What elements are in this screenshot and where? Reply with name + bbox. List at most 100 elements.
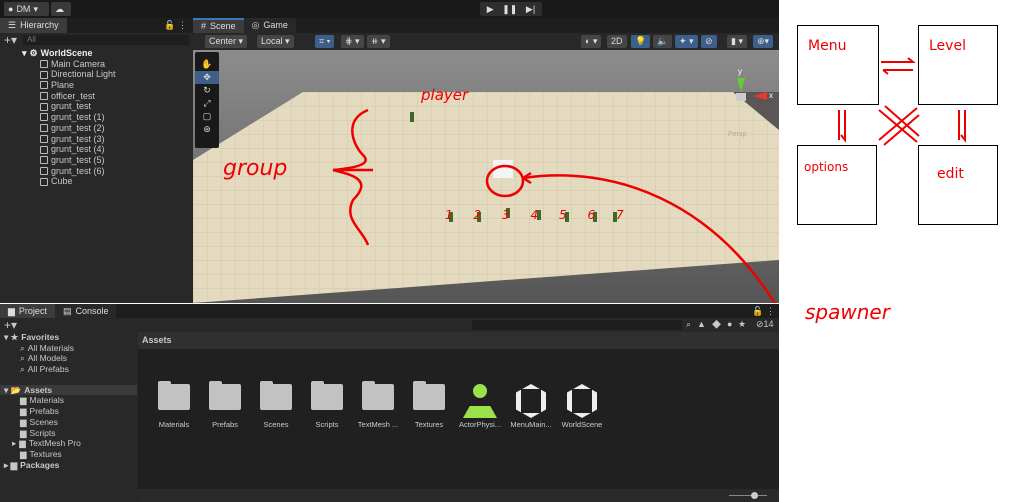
audio-toggle[interactable]: 🔈 (653, 35, 673, 48)
group-annotation: group (223, 156, 288, 181)
assets-node[interactable]: ▾ 📂 Assets (0, 384, 137, 396)
play-icon[interactable]: ▶ (487, 4, 494, 15)
hierarchy-item[interactable]: grunt_test (40, 101, 193, 112)
unity-scene-icon (516, 384, 546, 418)
hierarchy-item[interactable]: Directional Light (40, 69, 193, 80)
tab-hierarchy[interactable]: ☰ Hierarchy (0, 18, 67, 33)
grid-icon: # (201, 21, 207, 31)
rotate-tool-icon[interactable]: ↻ (195, 84, 219, 97)
asset-item[interactable]: Textures (403, 381, 455, 429)
account-button[interactable]: ● DM ▾ (4, 2, 49, 16)
asset-folder[interactable]: ▆ Textures (0, 449, 137, 460)
grunt-number: 4 (530, 208, 539, 222)
gameobject-icon (40, 70, 48, 79)
asset-folder[interactable]: ▆ Prefabs (0, 406, 137, 417)
grunt-number: 2 (473, 208, 482, 222)
hierarchy-search-input[interactable] (23, 34, 189, 45)
move-tool-icon[interactable]: ✥ (195, 71, 219, 84)
hierarchy-item[interactable]: grunt_test (3) (40, 134, 193, 145)
asset-item[interactable]: Prefabs (199, 381, 251, 429)
step-icon[interactable]: ▶| (526, 4, 535, 15)
gamepad-icon: ◎ (251, 20, 260, 30)
tab-scene[interactable]: # Scene (193, 18, 244, 33)
filter-icons[interactable]: ⌕▲◆●★ (686, 319, 752, 330)
2d-toggle[interactable]: 2D (607, 35, 627, 48)
shading-dropdown[interactable]: ◐ ▾ (581, 35, 602, 48)
grid-snap-button[interactable]: ⌗ ▾ (315, 35, 335, 48)
hierarchy-item[interactable]: grunt_test (2) (40, 123, 193, 134)
grunt-numbers: 1 2 3 4 5 6 7 (445, 208, 625, 222)
hand-tool-icon[interactable]: ✋ (195, 58, 219, 71)
grunt-number: 1 (445, 208, 453, 222)
visibility-toggle[interactable]: ⊘ (701, 35, 717, 48)
hierarchy-item[interactable]: grunt_test (4) (40, 144, 193, 155)
gameobject-icon (40, 124, 48, 133)
asset-item[interactable]: Materials (148, 381, 200, 429)
add-button[interactable]: +▾ (4, 33, 17, 47)
effects-dropdown[interactable]: ✦ ▾ (675, 35, 698, 48)
asset-item[interactable]: WorldScene (556, 384, 608, 429)
search-icon: ⌕ (20, 353, 25, 364)
transform-tool-icon[interactable]: ⊛ (195, 123, 219, 136)
project-panel: ▆ Project ▤ Console 🔓 ⋮ +▾ ⌕▲◆●★ ⊘14 ▾ ★ F… (0, 304, 779, 502)
hierarchy-item[interactable]: grunt_test (1) (40, 112, 193, 123)
lighting-toggle[interactable]: 💡 (631, 35, 651, 48)
tab-console[interactable]: ▤ Console (54, 304, 117, 318)
asset-folder[interactable]: ▆ Scenes (0, 417, 137, 428)
flow-diagram: Menu Level options edit spawner (779, 0, 1023, 502)
asset-folder[interactable]: ▆ Materials (0, 395, 137, 406)
search-icon: ⌕ (20, 364, 25, 375)
asset-folder[interactable]: ▸ ▆ TextMesh Pro (0, 438, 137, 449)
hierarchy-item[interactable]: grunt_test (6) (40, 166, 193, 177)
folder-icon (260, 381, 292, 410)
gameobject-icon (40, 113, 48, 122)
lock-icon[interactable]: 🔓 ⋮ (752, 304, 779, 318)
spawner-annotation: spawner (805, 300, 890, 324)
favorite-item[interactable]: ⌕ All Prefabs (0, 364, 137, 375)
hierarchy-item[interactable]: Main Camera (40, 59, 193, 70)
camera-dropdown[interactable]: ▮ ▾ (727, 35, 747, 48)
hierarchy-item[interactable]: grunt_test (5) (40, 155, 193, 166)
favorite-item[interactable]: ⌕ All Materials (0, 343, 137, 354)
top-toolbar: ● DM ▾ ☁ ▶ ❚❚ ▶| (0, 0, 779, 18)
lock-icon[interactable]: 🔓 ⋮ (164, 18, 193, 33)
gizmos-dropdown[interactable]: ⊕▾ (753, 35, 774, 48)
project-search-input[interactable] (472, 320, 682, 330)
hidden-packages-count[interactable]: ⊘14 (756, 319, 774, 330)
packages-node[interactable]: ▸ ▆ Packages (0, 460, 137, 471)
rect-tool-icon[interactable]: ▢ (195, 110, 219, 123)
folder-icon: ▆ (19, 438, 26, 449)
asset-folder[interactable]: ▆ Scripts (0, 428, 137, 439)
tab-project[interactable]: ▆ Project (0, 304, 55, 318)
snap-button[interactable]: ⋕ ▾ (341, 35, 364, 48)
grunt-number: 7 (616, 208, 624, 222)
hierarchy-item[interactable]: officer_test (40, 91, 193, 102)
scale-tool-icon[interactable]: ⤢ (195, 97, 219, 110)
asset-item[interactable]: Scenes (250, 381, 302, 429)
asset-item[interactable]: ActorPhysi... (454, 384, 506, 429)
hierarchy-item[interactable]: Plane (40, 80, 193, 91)
space-dropdown[interactable]: Local ▾ (257, 35, 294, 48)
asset-item[interactable]: TextMesh ... (352, 381, 404, 429)
gameobject-icon (40, 81, 48, 90)
gameobject-icon (40, 145, 48, 154)
folder-icon: ▆ (20, 416, 27, 427)
tab-game[interactable]: ◎ Game (243, 18, 296, 33)
folder-icon (158, 381, 190, 410)
pivot-dropdown[interactable]: Center ▾ (205, 35, 248, 48)
cloud-button[interactable]: ☁ (51, 2, 71, 16)
zoom-slider[interactable] (729, 492, 767, 499)
pause-icon[interactable]: ❚❚ (502, 4, 517, 15)
scene-root[interactable]: ▾ ⚙ WorldScene (22, 48, 193, 59)
asset-item[interactable]: Scripts (301, 381, 353, 429)
folder-icon: ▆ (20, 427, 27, 438)
create-button[interactable]: +▾ (4, 318, 17, 332)
favorites-node[interactable]: ▾ ★ Favorites (0, 332, 137, 343)
gameobject-icon (40, 177, 48, 186)
favorite-item[interactable]: ⌕ All Models (0, 353, 137, 364)
unity-scene-icon (567, 384, 597, 418)
hierarchy-item[interactable]: Cube (40, 176, 193, 187)
asset-item[interactable]: MenuMain... (505, 384, 557, 429)
increment-snap-button[interactable]: ⧺ ▾ (367, 35, 390, 48)
physics-material-icon (463, 384, 497, 420)
